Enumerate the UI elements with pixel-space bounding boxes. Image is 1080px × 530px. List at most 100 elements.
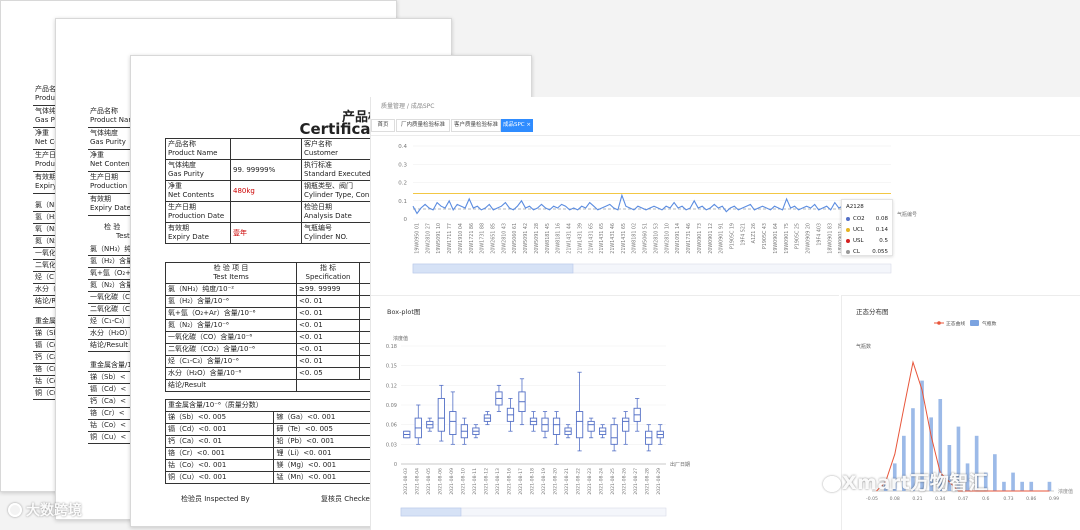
y-tick-label: 0.4 [398, 144, 407, 150]
zoom-slider-window[interactable] [400, 507, 462, 517]
inspector-label: 检验员 Inspected By [181, 495, 250, 503]
header-cn: 检 验 项 目 [213, 264, 249, 272]
breadcrumb: 质量管理 / 成品SPC [381, 103, 435, 110]
x-tick-label: 20W8181 16 [556, 223, 562, 254]
x-tick-label: 0.47 [958, 496, 968, 502]
label-en: Product Name [168, 149, 218, 157]
x-tick-label: 19W0901 64 [773, 223, 779, 254]
box-3 [437, 384, 445, 442]
y-tick-label: 0 [404, 217, 408, 223]
tab-3[interactable]: 成品SPC × [501, 119, 533, 132]
x-tick-label: 2021-08-16 [506, 468, 512, 495]
header-en: Test Items [213, 273, 249, 281]
test-item-label: 二氧化碳（C [90, 305, 130, 313]
metal-item-label: 铜（Cu）< [90, 433, 127, 441]
x-tick-label: 19W0950 01 [414, 223, 420, 254]
label-cn: 有效期 [90, 195, 111, 203]
metal-cell: 碲（Te）<0. 005 [273, 423, 385, 436]
tooltip-series-name: UCL [853, 227, 864, 233]
label-en: Net Conten [90, 160, 130, 168]
x-tick-label: 2021-08-24 [599, 468, 605, 495]
box-2 [426, 417, 434, 432]
box-8 [495, 384, 503, 412]
test-item-label: 一氧化 [35, 249, 56, 257]
box-13 [552, 411, 561, 445]
tab-2[interactable]: 客户质量检验标准 [451, 119, 501, 132]
x-tick-label: 2021-08-12 [483, 468, 489, 495]
test-spec: <0. 01 [296, 295, 360, 308]
info-row-label: 有效期 Expiry [35, 173, 57, 191]
x-tick-label: 2021-08-28 [645, 468, 651, 495]
x-tick-label: 2021-08-22 [576, 468, 582, 495]
metal-cell: 锑（Sb）<0. 005 [164, 411, 275, 424]
x-tick-label: 0.86 [1026, 496, 1036, 502]
box-17 [599, 424, 607, 439]
y-axis-name: 浓度值 [393, 335, 408, 342]
label-en: Production Date [168, 212, 225, 220]
y-tick-label: 0.1 [398, 199, 407, 205]
x-tick-label: 2021-08-18 [530, 468, 536, 495]
x-tick-label: 2021-08-05 [426, 468, 432, 495]
spc-control-chart: 0.4 0.3 0.2 0.1 0 气瓶编号 19W0950 01 20W2810 27 19W… [398, 144, 917, 274]
metal-cell: 镓（Ga）<0. 001 [273, 411, 385, 424]
label-en: Expiry Date [90, 204, 131, 212]
x-axis-name: 气瓶编号 [897, 211, 917, 218]
co2-series-line [412, 193, 892, 215]
x-tick-label: 21W1431 46 [610, 223, 616, 254]
test-header-cell: 指 标 Specification [296, 262, 360, 284]
y-tick-label: 0.03 [386, 442, 397, 448]
x-tick-label: 2021-08-11 [472, 468, 478, 495]
label-en: Production D [90, 182, 135, 190]
metal-cell: 铅（Pb）<0. 001 [273, 435, 385, 448]
x-tick-label: 20W0901 91 [719, 223, 725, 254]
box-10 [518, 378, 526, 426]
test-item: 烃（C₁-C₃）含量/10⁻⁶ [165, 355, 297, 368]
x-tick-label: 0.99 [1049, 496, 1059, 502]
series-color-dot [846, 216, 850, 221]
label-cn: 产品名称 [168, 140, 196, 148]
test-item-label: 氮（N₂ [35, 237, 58, 245]
boxplot-panel: Box-plot图 浓度值 0.18 0.15 0.12 0.09 0.06 0.03 0 出厂… [371, 295, 839, 530]
x-tick-label: 2021-08-19 [541, 468, 547, 495]
header-cn: 指 标 [319, 264, 337, 272]
metal-cell: 钙（Ca）<0. 01 [164, 435, 275, 448]
x-tick-label: P1905C 43 [762, 223, 768, 249]
test-item: 一氧化碳（CO）含量/10⁻⁶ [165, 331, 297, 344]
metal-cell: 镉（Cd）<0. 001 [164, 423, 275, 436]
tooltip-series-name: USL [853, 238, 864, 244]
series-color-dot [846, 249, 850, 254]
tab-0[interactable]: 首页 [371, 119, 395, 132]
tooltip-row: UCL 0.14 [846, 226, 892, 234]
y-axis-name: 气瓶数 [856, 343, 871, 350]
info-label: 产品名称 Product Name [165, 138, 231, 160]
label-en: Expiry Date [168, 233, 209, 241]
x-tick-label: 2021-08-13 [495, 468, 501, 495]
y-tick-label: 0.15 [386, 364, 397, 370]
metal-item-label: 重金属 [35, 317, 56, 325]
test-item: 氢（H₂）含量/10⁻⁶ [165, 295, 297, 308]
legend-bar-marker [970, 320, 979, 326]
wechat-icon [823, 476, 841, 492]
x-tick-label: 21W1431 65 [599, 223, 605, 254]
x-tick-label: 0.73 [1003, 496, 1013, 502]
x-axis-name: 出厂日期 [670, 461, 690, 468]
conclusion-label: 结论/Result [165, 379, 297, 392]
spc-control-chart-panel: 0.4 0.3 0.2 0.1 0 气瓶编号 19W0950 01 20W2810 27 19W… [371, 135, 1080, 286]
box-4 [449, 391, 457, 445]
box-9 [506, 398, 515, 432]
test-item-label: 结论/R [35, 297, 57, 305]
metal-cell: 镁（Mg）<0. 001 [273, 459, 385, 472]
x-tick-label: 2021-08-17 [518, 468, 524, 495]
x-tick-label: 2021-08-20 [553, 468, 559, 495]
info-row-label: 生产日期 Production D [90, 173, 135, 191]
tab-1[interactable]: 厂内质量检验标准 [396, 119, 450, 132]
zoom-slider-window[interactable] [412, 263, 574, 274]
x-tick-label: 21W1431 65 [621, 223, 627, 254]
x-tick-label: 0.08 [890, 496, 900, 502]
test-header-cell: 检 验 项 目 Test Items [165, 262, 297, 284]
distribution-bar [1020, 481, 1024, 491]
test-item-label: 水分（ [35, 285, 56, 293]
x-tick-label: 19W5091 10 [436, 223, 442, 254]
box-11 [529, 411, 538, 432]
metal-item-label: 重金属含量/1 [90, 361, 132, 369]
